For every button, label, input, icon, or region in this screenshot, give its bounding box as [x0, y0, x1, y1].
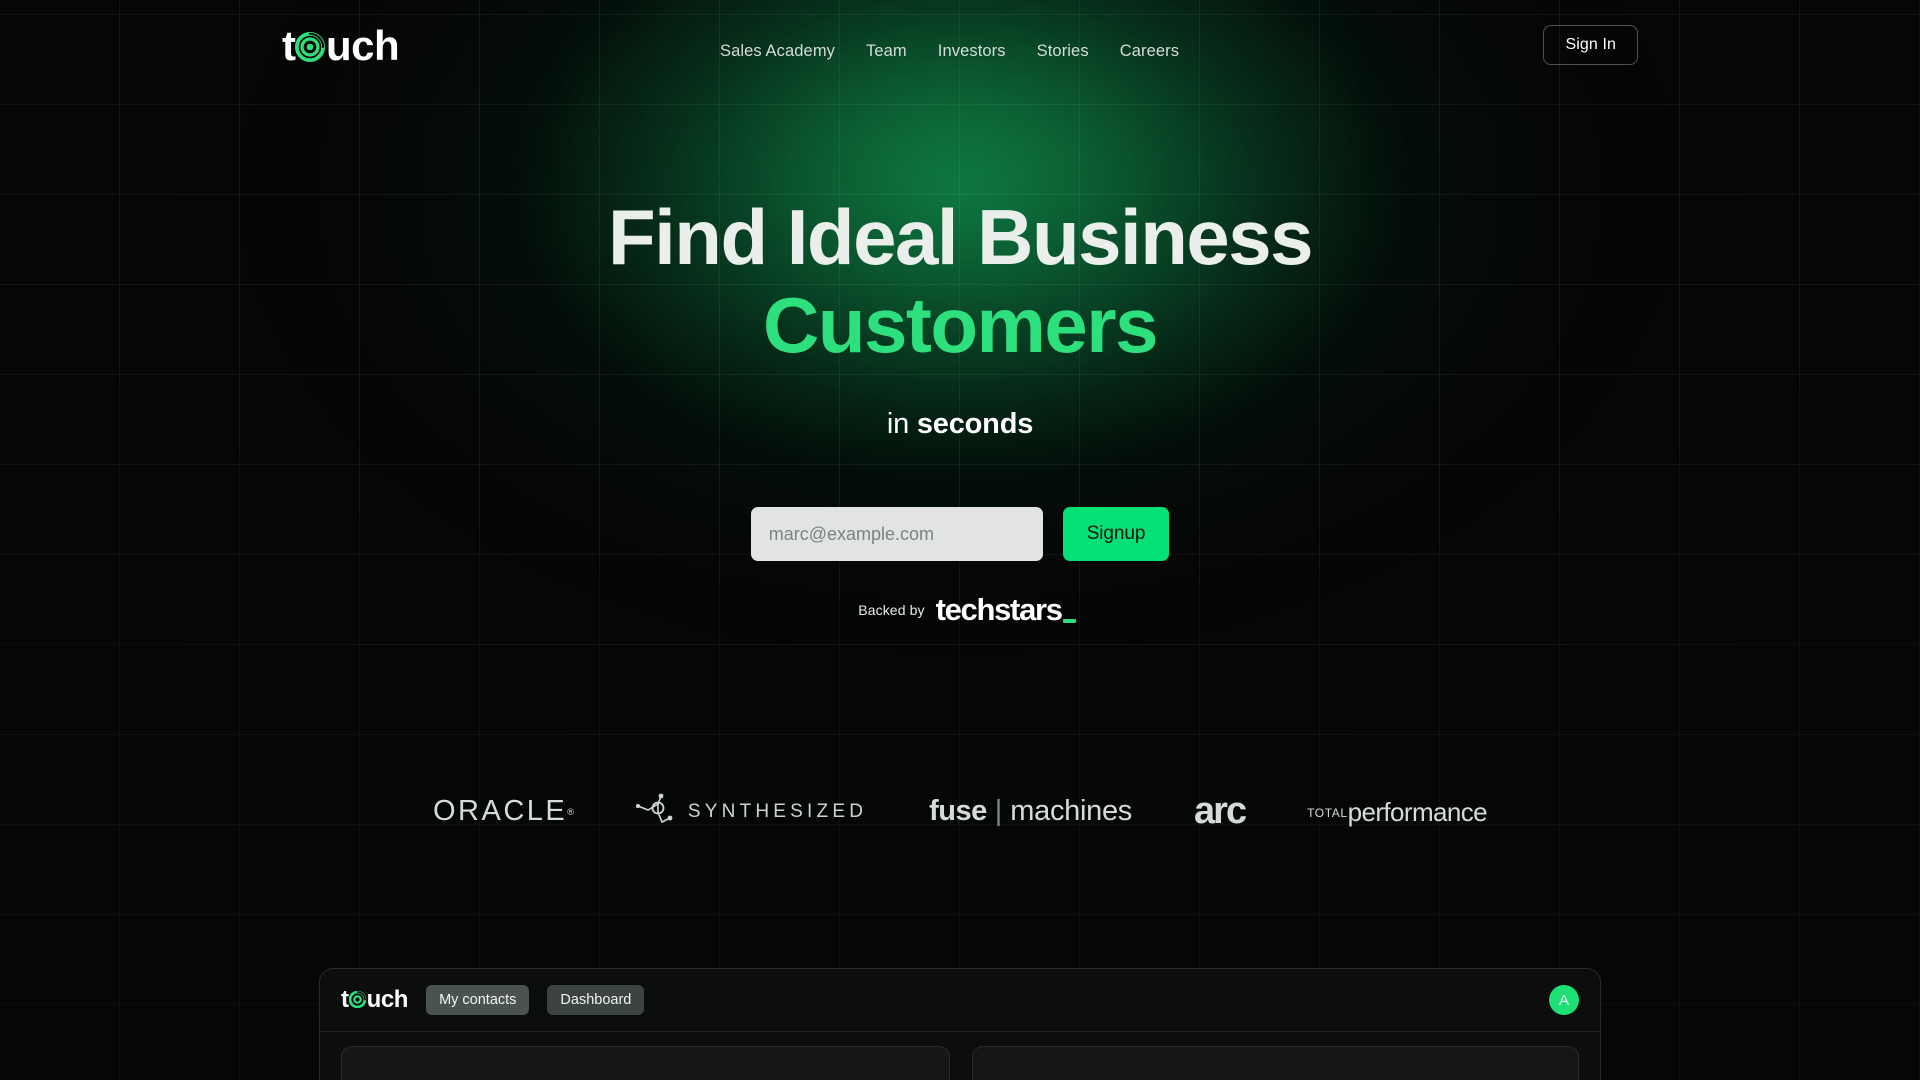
headline-line-1: Find Ideal Business [607, 193, 1314, 281]
nav-item-sales-academy[interactable]: Sales Academy [720, 42, 835, 61]
email-input[interactable] [750, 507, 1043, 562]
app-tab-dashboard[interactable]: Dashboard [547, 985, 645, 1015]
synthesized-wordmark: SYNTHESIZED [687, 800, 868, 822]
avatar[interactable]: A [1549, 985, 1579, 1015]
total-wordmark: TOTAL [1307, 806, 1348, 820]
page-title: Find Ideal Business Customers [0, 193, 1920, 370]
hero-section: Find Ideal Business Customers in seconds… [0, 0, 1920, 628]
nav-item-careers[interactable]: Careers [1120, 42, 1179, 61]
signup-button[interactable]: Signup [1062, 507, 1170, 562]
logo-text-prefix: t [282, 22, 296, 69]
client-logo-synthesized: SYNTHESIZED [635, 792, 868, 831]
page-root: t uch Sales Academy Team Investors Stori… [0, 0, 1920, 1080]
email-outreach-detail-card[interactable]: Email Outreach to Alice Johnson ✕ [972, 1046, 1579, 1080]
techstars-logo: techstars [935, 592, 1076, 628]
client-logo-oracle: ORACLE ® [433, 795, 574, 828]
client-logo-fusemachines: fuse | machines [929, 795, 1132, 828]
sign-in-button[interactable]: Sign In [1543, 25, 1638, 65]
client-logo-total-performance: TOTAL performance [1307, 796, 1488, 827]
site-header: t uch Sales Academy Team Investors Stori… [0, 0, 1920, 90]
headline-line-2: Customers [763, 281, 1158, 370]
synthesized-node-icon [635, 792, 678, 831]
signup-form: Signup [0, 507, 1920, 562]
nav-item-stories[interactable]: Stories [1037, 42, 1089, 61]
subheadline-prefix: in [886, 408, 917, 441]
backed-by-badge: Backed by techstars [0, 592, 1920, 628]
nav-item-team[interactable]: Team [866, 42, 907, 61]
subheadline-emphasis: seconds [916, 408, 1034, 441]
app-tab-my-contacts[interactable]: My contacts [426, 985, 530, 1015]
client-logo-strip: ORACLE ® SYNTHESIZED fuse | machines arc… [0, 790, 1920, 833]
fuse-wordmark-light: machines [1010, 795, 1133, 827]
spiral-target-icon [348, 987, 367, 1009]
arc-wordmark: arc [1194, 790, 1247, 832]
nav-item-investors[interactable]: Investors [938, 42, 1006, 61]
registered-mark-icon: ® [567, 806, 574, 817]
main-navigation: Sales Academy Team Investors Stories Car… [720, 42, 1179, 61]
logo-text-suffix: uch [326, 22, 400, 69]
email-outreach-card[interactable]: Email outreach Outreach Zero [341, 1046, 950, 1080]
hero-subheadline: in seconds [0, 408, 1920, 441]
app-preview-topbar: t uch My contacts Dashboard A [320, 969, 1600, 1032]
app-preview-body: Email outreach Outreach Zero Email O [320, 1032, 1600, 1080]
fuse-wordmark-bold: fuse [929, 795, 987, 827]
app-preview-panel: t uch My contacts Dashboard A [319, 968, 1601, 1080]
app-logo-text-suffix: uch [366, 986, 409, 1013]
fuse-divider: | [994, 795, 1003, 827]
oracle-wordmark: ORACLE [432, 795, 568, 827]
backed-by-label: Backed by [858, 602, 925, 619]
performance-wordmark: performance [1347, 796, 1488, 827]
client-logo-arc: arc [1194, 790, 1247, 833]
site-logo[interactable]: t uch [282, 22, 400, 70]
app-preview-logo[interactable]: t uch [341, 986, 408, 1014]
spiral-target-icon [295, 24, 325, 62]
app-logo-text-prefix: t [341, 986, 349, 1013]
